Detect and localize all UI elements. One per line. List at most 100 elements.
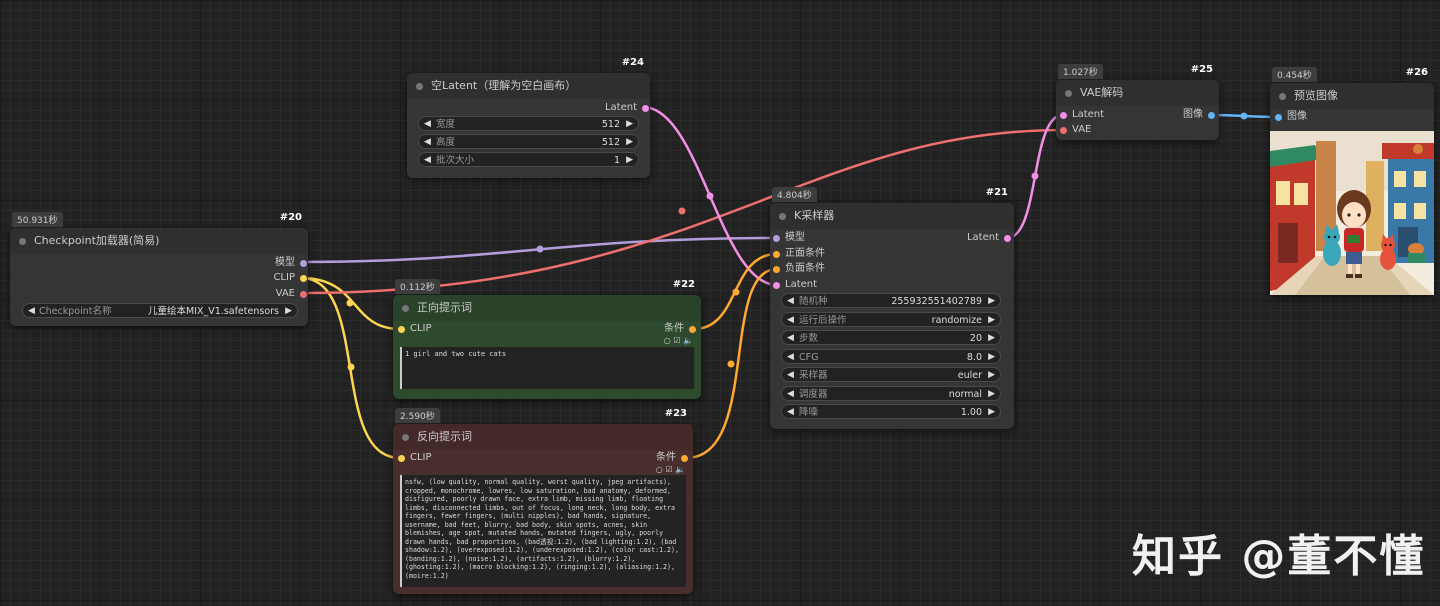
arrow-left-icon[interactable]: ◀ (28, 304, 35, 319)
input-clip-dot[interactable] (398, 455, 405, 462)
input-latent[interactable]: Latent (1059, 109, 1104, 121)
height-widget[interactable]: ◀ 高度 512 ▶ (418, 134, 639, 149)
node-title[interactable]: 空Latent（理解为空白画布） (407, 73, 650, 99)
batch-size-widget[interactable]: ◀ 批次大小 1 ▶ (418, 152, 639, 167)
input-negative-dot[interactable] (773, 266, 780, 273)
input-clip-dot[interactable] (398, 326, 405, 333)
input-vae-dot[interactable] (1060, 127, 1067, 134)
arrow-right-icon[interactable]: ▶ (988, 331, 995, 346)
arrow-left-icon[interactable]: ◀ (787, 331, 794, 346)
checkpoint-loader-node[interactable]: 50.931秒 #20 Checkpoint加载器(简易) 模型 CLIP VA… (10, 212, 308, 326)
input-positive-dot[interactable] (773, 251, 780, 258)
positive-prompt-textarea[interactable]: 1 girl and two cute cats (400, 347, 694, 389)
input-image[interactable]: 图像 (1274, 111, 1307, 123)
vae-decode-node[interactable]: 1.027秒 #25 VAE解码 Latent VAE 图像 (1056, 64, 1219, 140)
output-latent-dot[interactable] (642, 105, 649, 112)
denoise-widget[interactable]: ◀ 降噪 1.00 ▶ (781, 404, 1001, 419)
negative-prompt-textarea[interactable]: nsfw, (low quality, normal quality, wors… (400, 475, 686, 587)
arrow-right-icon[interactable]: ▶ (285, 304, 292, 319)
empty-latent-node[interactable]: #24 空Latent（理解为空白画布） Latent ◀ 宽度 512 ▶ ◀… (407, 57, 650, 178)
widget-value: 1.00 (960, 407, 982, 418)
arrow-left-icon[interactable]: ◀ (787, 368, 794, 383)
node-id: #23 (664, 408, 687, 419)
output-model[interactable]: 模型 (275, 257, 308, 269)
output-image-dot[interactable] (1208, 112, 1215, 119)
seed-widget[interactable]: ◀ 随机种 255932551402789 ▶ (781, 293, 1001, 308)
wire-latent-empty (642, 105, 778, 287)
node-title[interactable]: Checkpoint加载器(简易) (10, 228, 308, 254)
input-vae[interactable]: VAE (1059, 124, 1091, 136)
arrow-right-icon[interactable]: ▶ (988, 313, 995, 328)
output-conditioning[interactable]: 条件 (656, 452, 689, 464)
arrow-right-icon[interactable]: ▶ (988, 350, 995, 365)
arrow-left-icon[interactable]: ◀ (787, 294, 794, 309)
input-image-dot[interactable] (1275, 114, 1282, 121)
wire-positive-conditioning (693, 252, 778, 331)
prompt-toolbar[interactable]: ○ ☑ 🔈 (664, 336, 693, 345)
node-title[interactable]: 反向提示词 (393, 424, 693, 450)
input-positive[interactable]: 正面条件 (772, 248, 825, 260)
output-latent[interactable]: Latent (605, 102, 650, 114)
node-title[interactable]: 预览图像 (1270, 83, 1434, 109)
wire-clip-negative-midpoint (347, 363, 355, 371)
control-after-generate-widget[interactable]: ◀ 运行后操作 randomize ▶ (781, 312, 1001, 327)
input-model[interactable]: 模型 (772, 232, 805, 244)
output-latent[interactable]: Latent (967, 232, 1012, 244)
output-clip[interactable]: CLIP (273, 272, 308, 284)
widget-label: 步数 (799, 333, 819, 344)
arrow-left-icon[interactable]: ◀ (787, 405, 794, 420)
cfg-widget[interactable]: ◀ CFG 8.0 ▶ (781, 349, 1001, 364)
widget-label: 高度 (436, 137, 456, 148)
input-model-dot[interactable] (773, 235, 780, 242)
checkpoint-name-widget[interactable]: ◀ Checkpoint名称 儿童绘本MIX_V1.safetensors ▶ (22, 303, 298, 318)
arrow-left-icon[interactable]: ◀ (787, 313, 794, 328)
output-latent-dot[interactable] (1004, 235, 1011, 242)
wire-image (1210, 113, 1278, 119)
node-title[interactable]: VAE解码 (1056, 80, 1219, 106)
input-clip[interactable]: CLIP (397, 452, 432, 464)
arrow-left-icon[interactable]: ◀ (787, 350, 794, 365)
input-clip[interactable]: CLIP (397, 323, 432, 335)
arrow-right-icon[interactable]: ▶ (988, 368, 995, 383)
node-id: #21 (985, 187, 1008, 198)
preview-image-node[interactable]: 0.454秒 #26 预览图像 图像 (1270, 67, 1434, 295)
steps-widget[interactable]: ◀ 步数 20 ▶ (781, 330, 1001, 345)
widget-value: 255932551402789 (891, 296, 982, 307)
node-id: #22 (672, 279, 695, 290)
arrow-right-icon[interactable]: ▶ (988, 405, 995, 420)
input-latent-dot[interactable] (773, 282, 780, 289)
node-exec-time: 2.590秒 (395, 408, 440, 423)
arrow-right-icon[interactable]: ▶ (988, 294, 995, 309)
input-latent-dot[interactable] (1060, 112, 1067, 119)
widget-value: 1 (613, 155, 620, 166)
wire-clip-negative (300, 276, 401, 460)
output-clip-dot[interactable] (300, 275, 307, 282)
scheduler-widget[interactable]: ◀ 调度器 normal ▶ (781, 386, 1001, 401)
width-widget[interactable]: ◀ 宽度 512 ▶ (418, 116, 639, 131)
output-conditioning-dot[interactable] (681, 455, 688, 462)
ksampler-node[interactable]: 4.804秒 #21 K采样器 模型 正面条件 负面条件 Latent Late… (770, 187, 1014, 429)
negative-prompt-node[interactable]: 2.590秒 #23 反向提示词 CLIP 条件 ○ ☑ 🔈 nsfw, (lo… (393, 408, 693, 594)
arrow-left-icon[interactable]: ◀ (424, 135, 431, 150)
prompt-toolbar[interactable]: ○ ☑ 🔈 (656, 465, 685, 474)
node-title[interactable]: 正向提示词 (393, 295, 701, 321)
output-vae[interactable]: VAE (276, 288, 308, 300)
arrow-left-icon[interactable]: ◀ (424, 153, 431, 168)
input-latent[interactable]: Latent (772, 279, 817, 291)
input-negative[interactable]: 负面条件 (772, 263, 825, 275)
positive-prompt-node[interactable]: 0.112秒 #22 正向提示词 CLIP 条件 ○ ☑ 🔈 1 girl an… (393, 279, 701, 399)
arrow-left-icon[interactable]: ◀ (787, 387, 794, 402)
preview-output-image[interactable] (1270, 131, 1434, 295)
output-conditioning[interactable]: 条件 (664, 323, 697, 335)
output-vae-dot[interactable] (300, 291, 307, 298)
arrow-right-icon[interactable]: ▶ (626, 117, 633, 132)
sampler-widget[interactable]: ◀ 采样器 euler ▶ (781, 367, 1001, 382)
arrow-right-icon[interactable]: ▶ (988, 387, 995, 402)
output-image[interactable]: 图像 (1183, 109, 1216, 121)
arrow-right-icon[interactable]: ▶ (626, 153, 633, 168)
arrow-right-icon[interactable]: ▶ (626, 135, 633, 150)
output-conditioning-dot[interactable] (689, 326, 696, 333)
node-title[interactable]: K采样器 (770, 203, 1014, 229)
output-model-dot[interactable] (300, 260, 307, 267)
arrow-left-icon[interactable]: ◀ (424, 117, 431, 132)
